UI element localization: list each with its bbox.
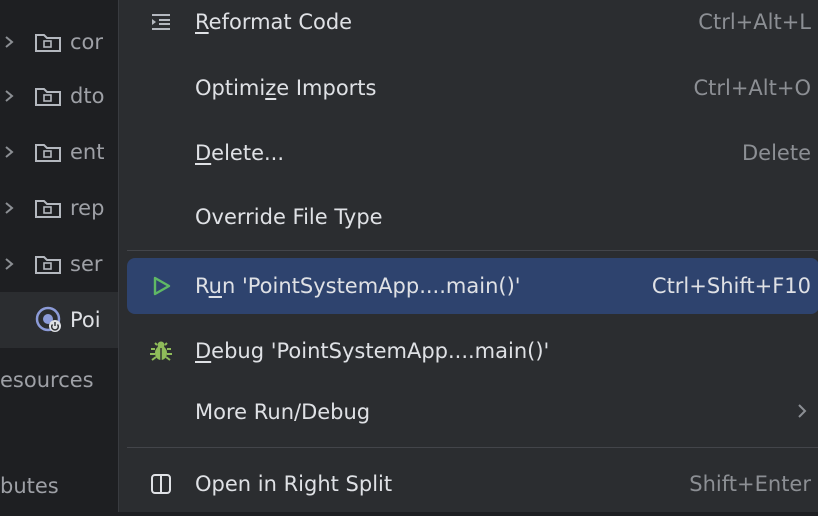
tree-item-dto[interactable]: dto: [0, 64, 120, 128]
project-tree: cor dto ent rep ser Poi esources butes: [0, 0, 120, 500]
folder-package-icon: [34, 197, 62, 219]
menu-item-reformat-code[interactable]: Reformat Code Ctrl+Alt+L: [127, 0, 818, 50]
debug-bug-icon: [147, 337, 175, 365]
menu-item-shortcut: Shift+Enter: [689, 472, 811, 496]
menu-item-shortcut: Delete: [742, 141, 811, 165]
folder-package-icon: [34, 253, 62, 275]
chevron-right-icon[interactable]: [2, 257, 16, 271]
menu-item-delete[interactable]: Delete... Delete: [127, 125, 818, 181]
menu-item-label: Open in Right Split: [195, 472, 393, 496]
menu-item-shortcut: Ctrl+Alt+L: [698, 10, 811, 34]
spring-boot-app-icon: [34, 305, 64, 335]
menu-separator: [127, 250, 818, 251]
tree-item-label: butes: [0, 474, 59, 498]
chevron-right-icon[interactable]: [2, 201, 16, 215]
folder-package-icon: [34, 141, 62, 163]
tree-item-rep[interactable]: rep: [0, 176, 120, 240]
menu-item-label: Debug 'PointSystemApp....main()': [195, 339, 550, 363]
menu-item-label: Delete...: [195, 141, 285, 165]
run-icon: [147, 272, 175, 300]
menu-item-debug-main[interactable]: Debug 'PointSystemApp....main()': [127, 323, 818, 379]
tree-item-label: rep: [70, 196, 105, 220]
split-vertically-icon: [147, 470, 175, 498]
tree-item-main-class[interactable]: Poi: [0, 292, 120, 348]
menu-item-run-main[interactable]: Run 'PointSystemApp....main()' Ctrl+Shif…: [127, 258, 818, 314]
menu-item-label: Optimize Imports: [195, 76, 377, 100]
folder-package-icon: [34, 31, 62, 53]
chevron-right-icon[interactable]: [2, 145, 16, 159]
menu-item-label: Reformat Code: [195, 10, 353, 34]
tree-item-label: cor: [70, 30, 104, 54]
chevron-right-icon[interactable]: [2, 89, 16, 103]
menu-item-more-run-debug[interactable]: More Run/Debug: [127, 384, 818, 440]
menu-item-shortcut: Ctrl+Shift+F10: [651, 274, 811, 298]
tree-item-ent[interactable]: ent: [0, 120, 120, 184]
menu-item-optimize-imports[interactable]: Optimize Imports Ctrl+Alt+O: [127, 60, 818, 116]
submenu-chevron-right-icon: [797, 400, 807, 424]
menu-item-label: Override File Type: [195, 205, 383, 229]
menu-item-open-right-split[interactable]: Open in Right Split Shift+Enter: [127, 456, 818, 512]
tree-item-label: ser: [70, 252, 103, 276]
menu-item-override-file-type[interactable]: Override File Type: [127, 189, 818, 245]
folder-package-icon: [34, 85, 62, 107]
reformat-code-icon: [147, 8, 175, 36]
menu-separator: [127, 447, 818, 448]
tree-item-ser[interactable]: ser: [0, 232, 120, 296]
tree-item-label: Poi: [70, 308, 101, 332]
tree-item-label: ent: [70, 140, 105, 164]
tree-item-resources[interactable]: esources: [0, 350, 120, 410]
chevron-right-icon[interactable]: [2, 35, 16, 49]
menu-item-label: Run 'PointSystemApp....main()': [195, 274, 521, 298]
menu-item-shortcut: Ctrl+Alt+O: [693, 76, 811, 100]
menu-item-label: More Run/Debug: [195, 400, 371, 424]
context-menu: Reformat Code Ctrl+Alt+L Optimize Import…: [118, 0, 818, 512]
tree-item-label: dto: [70, 84, 105, 108]
tree-item-attributes[interactable]: butes: [0, 456, 120, 516]
tree-item-label: esources: [0, 368, 94, 392]
